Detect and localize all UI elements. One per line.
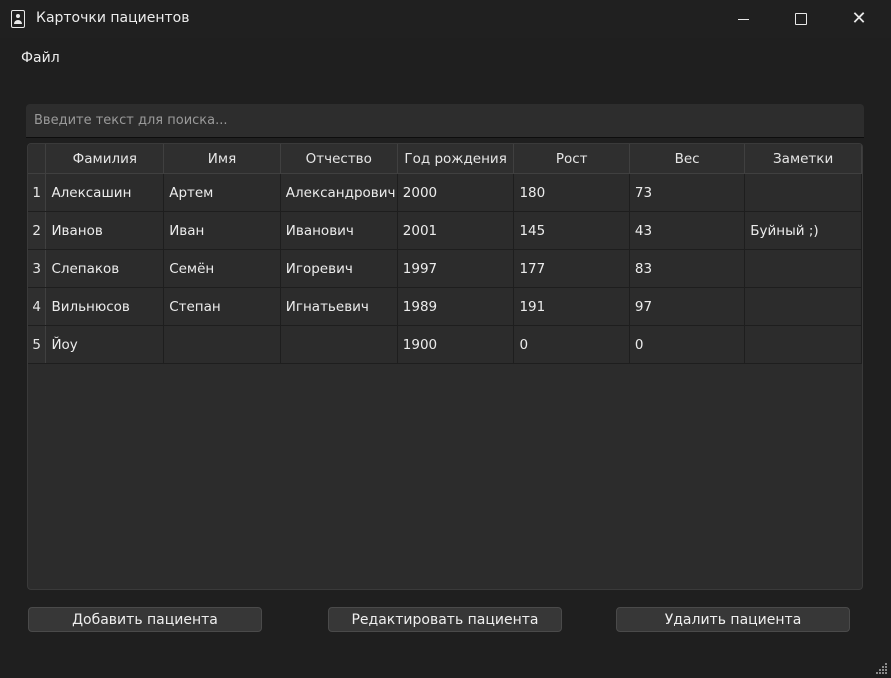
patients-table: Фамилия Имя Отчество Год рождения Рост В… [27,143,863,590]
cell-firstname[interactable] [163,325,281,364]
header-row: Фамилия Имя Отчество Год рождения Рост В… [28,144,862,174]
cell-firstname[interactable]: Иван [163,211,281,250]
cell-birthyear[interactable]: 2001 [397,211,515,250]
cell-lastname[interactable]: Иванов [45,211,165,250]
row-header[interactable]: 3 [28,249,47,288]
column-header-firstname[interactable]: Имя [163,144,281,174]
cell-firstname[interactable]: Артем [163,173,281,212]
cell-notes[interactable]: Буйный ;) [744,211,862,250]
close-icon: ✕ [851,8,867,29]
patients-grid: Фамилия Имя Отчество Год рождения Рост В… [28,144,862,364]
table-row[interactable]: 3 Слепаков Семён Игоревич 1997 177 83 [28,249,862,288]
cell-weight[interactable]: 43 [629,211,746,250]
column-header-birthyear[interactable]: Год рождения [397,144,515,174]
cell-notes[interactable] [744,249,862,288]
cell-firstname[interactable]: Степан [163,287,281,326]
menu-bar: Файл [0,38,891,76]
minimize-icon [737,18,749,20]
cell-weight[interactable]: 0 [629,325,746,364]
row-header[interactable]: 1 [28,173,47,212]
column-header-patronymic[interactable]: Отчество [280,144,398,174]
cell-patronymic[interactable]: Игнатьевич [280,287,398,326]
resize-grip-icon[interactable] [876,663,888,675]
cell-lastname[interactable]: Слепаков [45,249,165,288]
search-input[interactable] [26,104,864,137]
delete-patient-button[interactable]: Удалить пациента [616,607,850,632]
edit-patient-button[interactable]: Редактировать пациента [328,607,562,632]
cell-patronymic[interactable]: Игоревич [280,249,398,288]
maximize-icon [795,13,807,25]
minimize-button[interactable] [714,0,772,38]
menu-file[interactable]: Файл [21,50,60,66]
corner-cell[interactable] [28,144,47,174]
cell-height[interactable]: 191 [513,287,630,326]
table-row[interactable]: 4 Вильнюсов Степан Игнатьевич 1989 191 9… [28,287,862,326]
cell-birthyear[interactable]: 1997 [397,249,515,288]
cell-firstname[interactable]: Семён [163,249,281,288]
add-patient-button[interactable]: Добавить пациента [28,607,262,632]
cell-weight[interactable]: 83 [629,249,746,288]
cell-birthyear[interactable]: 2000 [397,173,515,212]
column-header-height[interactable]: Рост [513,144,630,174]
maximize-button[interactable] [772,0,830,38]
cell-birthyear[interactable]: 1989 [397,287,515,326]
cell-height[interactable]: 180 [513,173,630,212]
close-button[interactable]: ✕ [830,0,888,38]
cell-height[interactable]: 177 [513,249,630,288]
cell-notes[interactable] [744,325,862,364]
table-row[interactable]: 1 Алексашин Артем Александрович 2000 180… [28,173,862,212]
cell-notes[interactable] [744,173,862,212]
cell-lastname[interactable]: Йоу [45,325,165,364]
cell-height[interactable]: 145 [513,211,630,250]
row-header[interactable]: 4 [28,287,47,326]
contact-card-icon [11,10,25,28]
table-row[interactable]: 2 Иванов Иван Иванович 2001 145 43 Буйны… [28,211,862,250]
row-header[interactable]: 2 [28,211,47,250]
cell-notes[interactable] [744,287,862,326]
table-row[interactable]: 5 Йоу 1900 0 0 [28,325,862,364]
cell-patronymic[interactable]: Иванович [280,211,398,250]
column-header-notes[interactable]: Заметки [744,144,862,174]
cell-patronymic[interactable]: Александрович [280,173,398,212]
search-box [26,104,864,138]
cell-lastname[interactable]: Вильнюсов [45,287,165,326]
cell-birthyear[interactable]: 1900 [397,325,515,364]
column-header-lastname[interactable]: Фамилия [45,144,165,174]
title-bar: Карточки пациентов ✕ [0,0,891,38]
row-header[interactable]: 5 [28,325,47,364]
window-title: Карточки пациентов [36,10,190,26]
cell-lastname[interactable]: Алексашин [45,173,165,212]
cell-patronymic[interactable] [280,325,398,364]
cell-weight[interactable]: 97 [629,287,746,326]
column-header-weight[interactable]: Вес [629,144,746,174]
cell-height[interactable]: 0 [513,325,630,364]
cell-weight[interactable]: 73 [629,173,746,212]
